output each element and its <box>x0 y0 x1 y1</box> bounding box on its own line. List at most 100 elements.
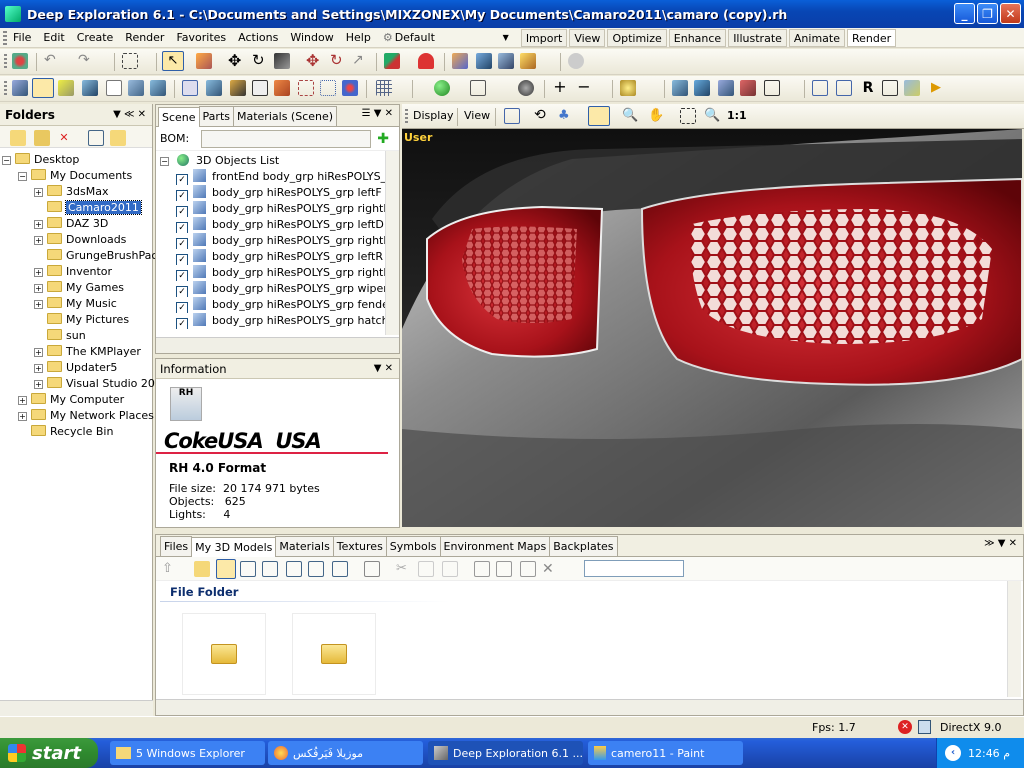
cube-side-icon[interactable] <box>150 80 166 96</box>
folder-tree-item[interactable]: +3dsMax <box>34 184 108 200</box>
folder-tree-item[interactable]: My Pictures <box>34 312 129 328</box>
bom-select[interactable] <box>201 129 372 148</box>
up-icon[interactable]: ⇧ <box>162 561 178 577</box>
tab-animate[interactable]: Animate <box>788 28 845 47</box>
3d-viewport[interactable]: User <box>402 129 1022 527</box>
rotate-icon[interactable]: ↻ <box>252 53 268 69</box>
task-deep-exploration[interactable]: Deep Exploration 6.1 ... <box>428 741 583 765</box>
cube-solid-icon[interactable] <box>206 80 222 96</box>
cube-blue-icon[interactable] <box>82 80 98 96</box>
pointer-tool-icon[interactable]: ↖ <box>162 51 184 71</box>
models-h-scrollbar[interactable] <box>156 699 1023 715</box>
eraser-icon[interactable] <box>196 53 212 69</box>
light-icon[interactable] <box>518 80 534 96</box>
menu-actions[interactable]: Actions <box>232 28 284 48</box>
expand-toggle-icon[interactable]: + <box>34 348 43 357</box>
pivot-move-icon[interactable]: ✥ <box>306 53 322 69</box>
menu-edit[interactable]: Edit <box>37 28 70 48</box>
material-icon[interactable] <box>452 53 468 69</box>
app-icon[interactable] <box>5 6 21 22</box>
library-icon[interactable] <box>498 53 514 69</box>
minimize-button[interactable]: _ <box>954 3 975 24</box>
maximize-button[interactable]: ❐ <box>977 3 998 24</box>
cube-edges-icon[interactable] <box>182 80 198 96</box>
menu-create[interactable]: Create <box>71 28 120 48</box>
folder-tree-item[interactable]: Camaro2011 <box>34 200 142 216</box>
points-icon[interactable] <box>320 80 336 96</box>
expand-toggle-icon[interactable]: − <box>2 156 11 165</box>
task-windows-explorer[interactable]: 5 Windows Explorer <box>110 741 265 765</box>
scene-object-row[interactable]: ✓ body_grp hiResPOLYS_grp leftR <box>176 249 386 265</box>
select-region-icon[interactable] <box>122 53 138 69</box>
error-icon[interactable]: ✕ <box>898 720 912 734</box>
section-icon[interactable] <box>812 80 828 96</box>
toolbar-grip[interactable] <box>4 81 7 97</box>
crosshair-icon[interactable] <box>882 80 898 96</box>
folder-tree-item[interactable]: GrungeBrushPack <box>34 248 164 264</box>
close-button[interactable]: ✕ <box>1000 3 1021 24</box>
language-icon[interactable]: ‹ <box>945 745 961 761</box>
zoom-extents-icon[interactable]: 🔍 <box>704 108 720 124</box>
folder-tree-item[interactable]: + Updater5 <box>34 360 117 376</box>
scene-object-row[interactable]: ✓ body_grp hiResPOLYS_grp hatch <box>176 313 386 329</box>
scene-object-row[interactable]: ✓ body_grp hiResPOLYS_grp leftD <box>176 217 386 233</box>
delete-file-icon[interactable]: ✕ <box>542 561 558 577</box>
tab-symbols[interactable]: Symbols <box>385 536 441 556</box>
visibility-checkbox[interactable]: ✓ <box>176 254 188 265</box>
cube-hidden-icon[interactable] <box>252 80 268 96</box>
tab-materials[interactable]: Materials <box>275 536 334 556</box>
book-icon[interactable] <box>476 53 492 69</box>
paste-icon[interactable] <box>442 561 458 577</box>
cam-cube-2-icon[interactable] <box>694 80 710 96</box>
render-r-icon[interactable]: R <box>860 80 876 96</box>
bounding-box-icon[interactable] <box>470 80 486 96</box>
cube-dash-icon[interactable] <box>298 80 314 96</box>
zoom-icon[interactable]: 🔍 <box>622 108 638 124</box>
orbit-icon[interactable]: ⟲ <box>534 108 550 124</box>
tab-optimize[interactable]: Optimize <box>607 28 667 47</box>
panel-controls[interactable]: ▼ ≪ ✕ <box>113 109 146 120</box>
tab-scene[interactable]: Scene <box>158 107 200 127</box>
zoom-level[interactable]: 1:1 <box>727 109 747 122</box>
folder-tree-item[interactable]: + Inventor <box>34 264 112 280</box>
folder-tree-item[interactable]: sun <box>34 328 86 344</box>
move-icon[interactable]: ✥ <box>228 53 244 69</box>
import-file-icon[interactable] <box>474 561 490 577</box>
properties-icon[interactable] <box>88 130 104 146</box>
export-icon[interactable] <box>110 130 126 146</box>
menu-display[interactable]: Display <box>413 109 454 122</box>
tab-view[interactable]: View <box>569 28 606 47</box>
play-icon[interactable]: ▶ <box>928 80 944 96</box>
menu-window[interactable]: Window <box>284 28 339 48</box>
tab-textures[interactable]: Textures <box>332 536 387 556</box>
view-details-icon[interactable] <box>308 561 324 577</box>
tab-render[interactable]: Render <box>847 28 897 47</box>
redo-icon[interactable]: ↷ <box>78 53 94 69</box>
cube-view-icon[interactable] <box>12 80 28 96</box>
panel-controls[interactable]: ☰ ▼ ✕ <box>362 108 393 119</box>
export-file-icon[interactable] <box>496 561 512 577</box>
snapshot-icon[interactable] <box>904 80 920 96</box>
models-v-scrollbar[interactable] <box>1007 581 1021 697</box>
minus-icon[interactable]: − <box>576 79 592 96</box>
toolbar-grip[interactable] <box>4 54 7 70</box>
cut-icon[interactable]: ✂ <box>396 561 412 577</box>
cam-cube-1-icon[interactable] <box>672 80 688 96</box>
folder-thumbnail[interactable] <box>292 613 376 695</box>
task-firefox[interactable]: موزيلا فَيَرفُكس <box>268 741 423 765</box>
scene-object-row[interactable]: ✓ body_grp hiResPOLYS_grp fende <box>176 297 386 313</box>
tab-enhance[interactable]: Enhance <box>668 28 727 47</box>
expand-toggle-icon[interactable]: + <box>18 396 27 405</box>
plus-icon[interactable]: + <box>552 79 568 96</box>
cube-texture-icon[interactable] <box>230 80 246 96</box>
tab-import[interactable]: Import <box>520 28 568 47</box>
view-tiles-icon[interactable] <box>332 561 348 577</box>
log-icon[interactable] <box>918 720 931 734</box>
folder-tree-item[interactable]: + My Music <box>34 296 117 312</box>
cube-shaded-icon[interactable] <box>32 78 54 98</box>
scene-object-row[interactable]: ✓ body_grp hiResPOLYS_grp rightl <box>176 201 386 217</box>
walk-icon[interactable]: ♣ <box>558 108 574 124</box>
folder-thumbnail[interactable] <box>182 613 266 695</box>
up-folder-icon[interactable] <box>34 130 50 146</box>
objects-h-scrollbar[interactable] <box>156 337 399 353</box>
